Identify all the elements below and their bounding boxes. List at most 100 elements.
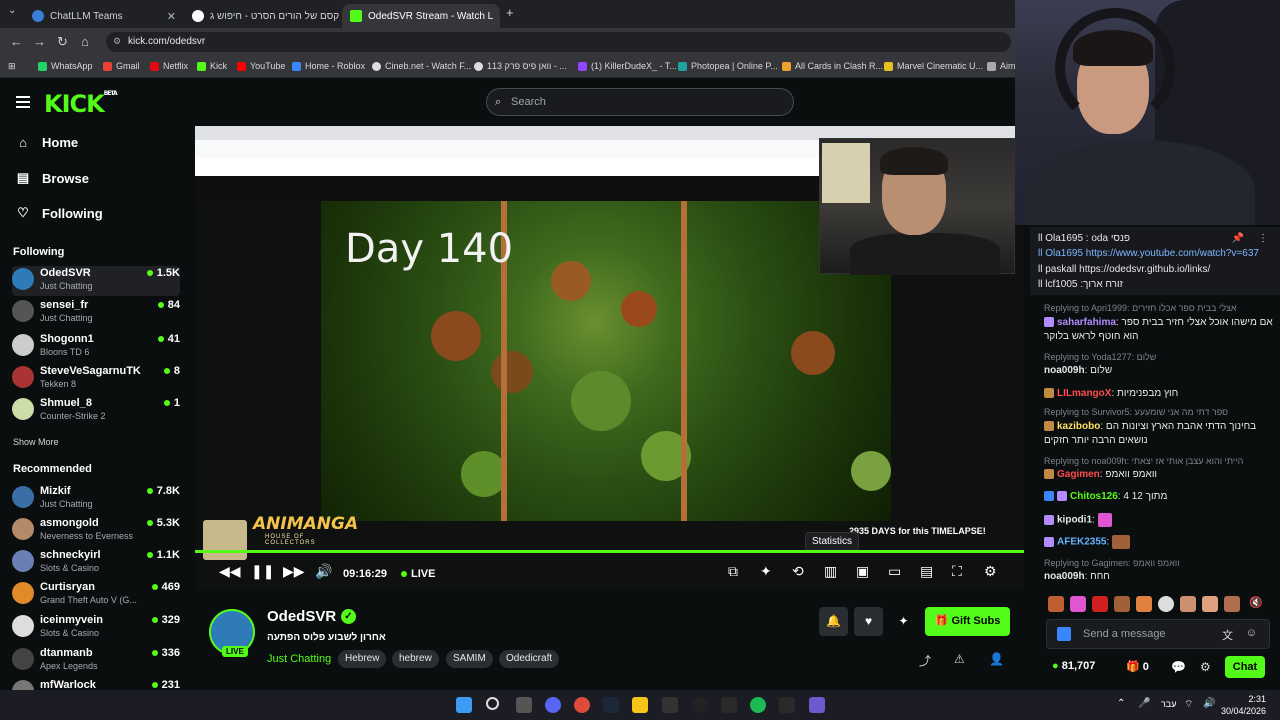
user-add-icon[interactable]: 👤 bbox=[989, 652, 1004, 666]
tab-chatllm[interactable]: ChatLLM Teams ✕ bbox=[24, 4, 184, 28]
pip-icon[interactable]: ▣ bbox=[856, 563, 869, 580]
bookmark-clash[interactable]: All Cards in Clash R... bbox=[782, 61, 883, 71]
steam-icon[interactable] bbox=[603, 697, 619, 713]
following-channel[interactable]: OdedSVR Just Chatting 1.5K bbox=[12, 266, 180, 296]
recommended-channel[interactable]: Mizkif Just Chatting 7.8K bbox=[12, 484, 180, 514]
fast-forward-icon[interactable]: ▶▶ bbox=[283, 563, 305, 580]
tag-odedicraft[interactable]: Odedicraft bbox=[499, 650, 560, 668]
report-icon[interactable]: ⚠ bbox=[954, 652, 965, 666]
speed-icon[interactable]: ⟲ bbox=[792, 563, 804, 580]
file-explorer-icon[interactable] bbox=[632, 697, 648, 713]
chat-message[interactable]: AFEK2355: bbox=[1044, 535, 1276, 550]
pinned-line[interactable]: ll paskall https://odedsvr.github.io/lin… bbox=[1038, 264, 1268, 275]
cast-icon[interactable]: ▤ bbox=[920, 563, 933, 580]
theatre-icon[interactable]: ▭ bbox=[888, 563, 901, 580]
tag-hebrew-lower[interactable]: hebrew bbox=[392, 650, 439, 668]
mute-icon[interactable]: 🔇 bbox=[1248, 596, 1264, 612]
chat-message-input[interactable]: Send a message 文 ☺ bbox=[1046, 619, 1270, 649]
system-clock[interactable]: 2:31 30/04/2026 bbox=[1221, 693, 1266, 717]
apps-icon[interactable]: ⊞ bbox=[8, 61, 16, 72]
emoji-icon[interactable]: ☺ bbox=[1246, 627, 1257, 639]
emote[interactable] bbox=[1180, 596, 1196, 612]
following-channel[interactable]: sensei_fr Just Chatting 84 bbox=[12, 298, 180, 328]
bookmark-gmail[interactable]: Gmail bbox=[103, 61, 140, 71]
site-info-icon[interactable]: ⚙ bbox=[113, 36, 121, 47]
emote[interactable] bbox=[1092, 596, 1108, 612]
bookmark-cineb[interactable]: Cineb.net - Watch F... bbox=[372, 61, 471, 71]
chat-message[interactable]: noa009h: שלום bbox=[1044, 364, 1276, 378]
new-tab-icon[interactable]: + bbox=[506, 5, 514, 20]
task-view-icon[interactable] bbox=[516, 697, 532, 713]
emote[interactable] bbox=[1136, 596, 1152, 612]
wifi-icon[interactable]: ⌔ bbox=[1184, 698, 1193, 711]
emote[interactable] bbox=[1114, 596, 1130, 612]
nav-browse[interactable]: ▤ Browse bbox=[16, 170, 89, 186]
bookmark-netflix[interactable]: Netflix bbox=[150, 61, 188, 71]
recommended-channel[interactable]: dtanmanb Apex Legends 336 bbox=[12, 646, 180, 676]
bookmark-killerdude[interactable]: (1) KillerDudeX_ - T... bbox=[578, 61, 677, 71]
bookmark-roblox[interactable]: Home - Roblox bbox=[292, 61, 365, 71]
recommended-channel[interactable]: schneckyirl Slots & Casino 1.1K bbox=[12, 548, 180, 578]
pin-icon[interactable]: 📌 bbox=[1232, 233, 1244, 244]
bookmark-aim[interactable]: Aim bbox=[987, 61, 1016, 71]
rewind-icon[interactable]: ◀◀ bbox=[219, 563, 241, 580]
emote-picker-icon[interactable] bbox=[1057, 627, 1071, 641]
input-language[interactable]: עבר bbox=[1161, 699, 1176, 709]
forward-icon[interactable]: → bbox=[33, 34, 46, 49]
stream-category[interactable]: Just Chatting bbox=[267, 653, 331, 665]
chat-message[interactable]: LILmangoX: חוץ מבפנימיות bbox=[1044, 387, 1276, 401]
discord-icon[interactable] bbox=[545, 697, 561, 713]
home-page-icon[interactable]: ⌂ bbox=[81, 34, 89, 49]
share-icon[interactable]: ⤴ bbox=[919, 652, 931, 669]
capcut-icon[interactable] bbox=[662, 697, 678, 713]
chat-message[interactable]: Chitos126: מתוך 12 4 bbox=[1044, 490, 1276, 504]
microphone-icon[interactable]: 🎤 bbox=[1138, 698, 1150, 709]
following-channel[interactable]: SteveVeSagarnuTK Tekken 8 8 bbox=[12, 364, 180, 394]
following-channel[interactable]: Shmuel_8 Counter-Strike 2 1 bbox=[12, 396, 180, 426]
following-channel[interactable]: Shogonn1 Bloons TD 6 41 bbox=[12, 332, 180, 362]
taskbar-search-icon[interactable] bbox=[486, 697, 499, 710]
bookmark-onepiece[interactable]: וואן פיס פרק 113 - ... bbox=[474, 61, 567, 71]
tray-chevron-icon[interactable]: ⌃ bbox=[1117, 698, 1125, 709]
recommended-channel[interactable]: mfWarlock 231 bbox=[12, 678, 180, 690]
pause-icon[interactable]: ❚❚ bbox=[251, 563, 274, 580]
chat-message[interactable]: Gagimen: וואמפ וואמפ bbox=[1044, 468, 1276, 482]
spotify-icon[interactable] bbox=[750, 697, 766, 713]
url-field[interactable]: ⚙ kick.com/odedsvr bbox=[106, 32, 1011, 52]
nav-following[interactable]: ♡ Following bbox=[16, 205, 102, 221]
bookmark-kick[interactable]: Kick bbox=[197, 61, 227, 71]
emote[interactable] bbox=[1158, 596, 1174, 612]
channel-points[interactable]: ● 81,707 bbox=[1052, 660, 1095, 672]
obs-icon[interactable] bbox=[692, 697, 708, 713]
chat-message[interactable]: kazibobo: בחינוך הדתי אהבת הארץ וציונות … bbox=[1044, 420, 1276, 448]
app-icon[interactable] bbox=[721, 697, 737, 713]
chat-settings-icon[interactable]: ⚙ bbox=[1200, 660, 1211, 674]
video-player[interactable]: Day 140 ANIMANGA HOUSE OF COLLECTORS 293… bbox=[195, 126, 1024, 590]
chat-bubble-icon[interactable]: 💬 bbox=[1171, 660, 1186, 674]
chat-message[interactable]: saharfahima: אם מישהו אוכל אצלי חזיר בבי… bbox=[1044, 316, 1276, 344]
chat-message[interactable]: noa009h: חחח bbox=[1044, 570, 1276, 584]
back-icon[interactable]: ← bbox=[10, 34, 23, 49]
emote[interactable] bbox=[1202, 596, 1218, 612]
app-icon[interactable] bbox=[809, 697, 825, 713]
sparkle-button-icon[interactable]: ✦ bbox=[889, 607, 918, 636]
reload-icon[interactable]: ↻ bbox=[57, 34, 68, 50]
bookmark-youtube[interactable]: YouTube bbox=[237, 61, 285, 71]
start-icon[interactable] bbox=[456, 697, 472, 713]
tab-search-icon[interactable]: ⌄ bbox=[8, 5, 16, 16]
tab-odedsvr[interactable]: OdedSVR Stream - Watch L ✕ bbox=[342, 4, 500, 28]
pinned-line[interactable]: ll Ola1695 https://www.youtube.com/watch… bbox=[1038, 248, 1268, 259]
translate-icon[interactable]: 文 bbox=[1222, 627, 1233, 643]
kick-logo[interactable]: KICKBETA bbox=[44, 90, 118, 118]
video-progress-bar[interactable] bbox=[195, 550, 1024, 553]
recommended-channel[interactable]: Curtisryan Grand Theft Auto V (G... 469 bbox=[12, 580, 180, 610]
gift-subs-button[interactable]: 🎁 Gift Subs bbox=[925, 607, 1010, 636]
emote[interactable] bbox=[1224, 596, 1240, 612]
sparkle-icon[interactable]: ✦ bbox=[760, 563, 772, 580]
more-icon[interactable]: ⋮ bbox=[1258, 233, 1268, 244]
notification-bell-icon[interactable]: 🔔 bbox=[819, 607, 848, 636]
close-icon[interactable]: ✕ bbox=[167, 10, 176, 23]
tab-search[interactable]: קסם של הורים הסרט - חיפוש ג ✕ bbox=[184, 4, 340, 28]
volume-tray-icon[interactable]: 🔊 bbox=[1203, 698, 1215, 709]
settings-icon[interactable]: ⚙ bbox=[984, 563, 997, 580]
